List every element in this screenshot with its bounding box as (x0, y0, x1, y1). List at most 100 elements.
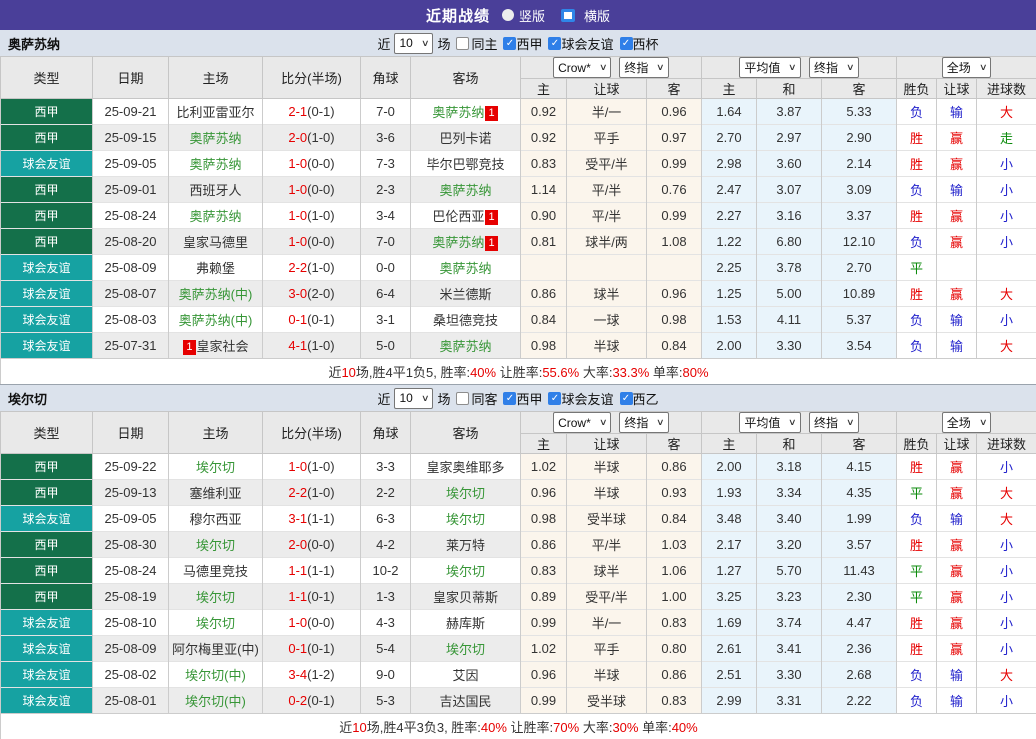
average-select[interactable]: 平均值∨ (739, 412, 801, 433)
chevron-down-icon: ∨ (421, 38, 430, 49)
final-odds-value-2: 终指 (814, 414, 838, 431)
crow-away-odds-cell: 1.03 (647, 532, 702, 558)
filter-bar: 埃尔切 近 10∨ 场 同客 ✓西甲 ✓球会友谊 ✓西乙 (0, 384, 1036, 411)
result-cell: 胜 (897, 454, 937, 480)
team-label: 埃尔切 (446, 512, 485, 527)
home-team-cell: 1皇家社会 (169, 333, 263, 359)
score-cell: 1-0(1-0) (263, 203, 361, 229)
halftime-score: (0-1) (307, 641, 334, 656)
crow-away-odds-cell: 0.99 (647, 151, 702, 177)
league-checkbox-2[interactable]: ✓ (620, 37, 633, 50)
league-checkbox-0[interactable]: ✓ (503, 37, 516, 50)
crow-away-odds-cell: 0.96 (647, 99, 702, 125)
away-team-cell: 埃尔切 (411, 558, 521, 584)
corners-cell: 7-0 (361, 99, 411, 125)
average-value: 平均值 (744, 414, 780, 431)
goals-result-cell: 大 (977, 506, 1036, 532)
avg-away-odds-cell: 11.43 (822, 558, 897, 584)
team-label: 塞维利亚 (189, 486, 241, 501)
chevron-down-icon: ∨ (599, 62, 608, 73)
avg-draw-odds-cell: 4.11 (757, 307, 822, 333)
halftime-score: (1-0) (307, 130, 334, 145)
match-count-select[interactable]: 10∨ (394, 33, 433, 54)
league-type-cell: 球会友谊 (1, 255, 93, 281)
league-checkbox-1[interactable]: ✓ (548, 37, 561, 50)
page-title: 近期战绩 (426, 5, 490, 26)
radio-label: 横版 (584, 6, 610, 25)
scope-select[interactable]: 全场∨ (942, 57, 992, 78)
result-cell: 平 (897, 584, 937, 610)
average-select[interactable]: 平均值∨ (739, 57, 801, 78)
avg-away-odds-cell: 4.35 (822, 480, 897, 506)
away-team-cell: 巴列卡诺 (411, 125, 521, 151)
home-team-cell: 埃尔切 (169, 584, 263, 610)
result-cell: 负 (897, 333, 937, 359)
league-type-cell: 球会友谊 (1, 610, 93, 636)
games-label: 场 (437, 389, 450, 408)
team-label: 埃尔切 (196, 590, 235, 605)
match-row: 球会友谊25-08-09阿尔梅里亚(中)0-1(0-1)5-4埃尔切1.02平手… (1, 636, 1036, 662)
same-venue-checkbox[interactable] (456, 392, 469, 405)
match-count-select[interactable]: 10∨ (394, 388, 433, 409)
team-label: 巴伦西亚 (432, 209, 484, 224)
same-venue-checkbox[interactable] (456, 37, 469, 50)
crow-handicap-cell: 球半 (567, 281, 647, 307)
col-home: 主场 (169, 57, 263, 99)
corners-cell: 5-0 (361, 333, 411, 359)
avg-away-odds-cell: 3.54 (822, 333, 897, 359)
league-type-cell: 西甲 (1, 584, 93, 610)
layout-option-vertical[interactable]: 竖版 (502, 6, 545, 25)
odds-group-scope: 全场∨ (897, 412, 1036, 434)
team-label: 皇家奥维耶多 (426, 460, 504, 475)
result-cell: 胜 (897, 151, 937, 177)
odds-group-crow: Crow*∨ 终指∨ (521, 412, 702, 434)
avg-home-odds-cell: 1.27 (702, 558, 757, 584)
team-label: 奥萨苏纳 (439, 339, 491, 354)
crow-handicap-cell: 半/一 (567, 99, 647, 125)
crow-away-odds-cell: 0.86 (647, 662, 702, 688)
home-team-cell: 皇家马德里 (169, 229, 263, 255)
fulltime-score: 1-0 (288, 459, 307, 474)
avg-draw-odds-cell: 3.20 (757, 532, 822, 558)
home-team-cell: 埃尔切 (169, 532, 263, 558)
goals-result-cell: 大 (977, 99, 1036, 125)
halftime-score: (0-1) (307, 312, 334, 327)
league-checkbox-1[interactable]: ✓ (548, 392, 561, 405)
final-odds-select[interactable]: 终指∨ (619, 412, 669, 433)
final-odds-select-2[interactable]: 终指∨ (809, 412, 859, 433)
team-label: 艾因 (452, 668, 478, 683)
final-odds-select[interactable]: 终指∨ (619, 57, 669, 78)
team-label: 桑坦德竞技 (433, 313, 498, 328)
goals-result-cell: 小 (977, 307, 1036, 333)
home-team-cell: 奥萨苏纳 (169, 203, 263, 229)
radio-selected-icon[interactable] (561, 9, 575, 22)
away-team-cell: 埃尔切 (411, 480, 521, 506)
goals-result-cell: 小 (977, 584, 1036, 610)
crow-home-odds-cell: 0.99 (521, 688, 567, 714)
avg-away-odds-cell: 5.37 (822, 307, 897, 333)
goals-result-cell: 小 (977, 177, 1036, 203)
radio-icon[interactable] (502, 9, 514, 21)
date-cell: 25-08-30 (93, 532, 169, 558)
league-type-cell: 西甲 (1, 203, 93, 229)
odds-source-select[interactable]: Crow*∨ (553, 412, 611, 433)
crow-handicap-cell: 半/一 (567, 610, 647, 636)
team-label: 皇家社会 (197, 339, 249, 354)
crow-handicap-cell: 球半 (567, 558, 647, 584)
corners-cell: 4-2 (361, 532, 411, 558)
handicap-result-cell: 输 (937, 662, 977, 688)
chevron-down-icon: ∨ (846, 62, 855, 73)
odds-source-select[interactable]: Crow*∨ (553, 57, 611, 78)
scope-value: 全场 (947, 59, 971, 76)
league-checkbox-0[interactable]: ✓ (503, 392, 516, 405)
crow-home-odds-cell: 0.83 (521, 558, 567, 584)
goals-result-cell: 小 (977, 151, 1036, 177)
goals-result-cell: 大 (977, 480, 1036, 506)
layout-option-horizontal[interactable]: 横版 (557, 6, 610, 25)
league-label-2: 西乙 (633, 389, 659, 408)
scope-select[interactable]: 全场∨ (942, 412, 992, 433)
league-checkbox-2[interactable]: ✓ (620, 392, 633, 405)
avg-away-odds-cell: 2.22 (822, 688, 897, 714)
score-cell: 0-2(0-1) (263, 688, 361, 714)
final-odds-select-2[interactable]: 终指∨ (809, 57, 859, 78)
